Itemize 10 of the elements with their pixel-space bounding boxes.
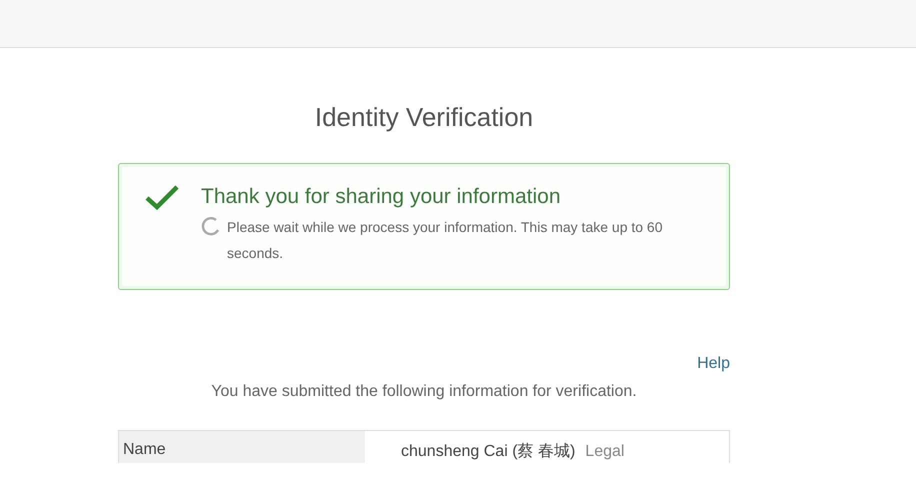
notice-message: Please wait while we process your information. This may take up to 60 seconds. — [227, 218, 664, 263]
field-value: chunsheng Cai (蔡 春城) — [401, 443, 576, 460]
field-label: Name — [119, 431, 365, 463]
help-link[interactable]: Help — [697, 355, 730, 373]
checkmark-icon — [145, 184, 179, 210]
notice-heading: Thank you for sharing your information — [201, 184, 562, 210]
intro-text: You have submitted the following information for verification. — [210, 383, 638, 401]
spinner-icon — [201, 216, 221, 236]
field-note: Legal — [585, 443, 624, 460]
page-title: Identity Verification — [314, 101, 534, 134]
